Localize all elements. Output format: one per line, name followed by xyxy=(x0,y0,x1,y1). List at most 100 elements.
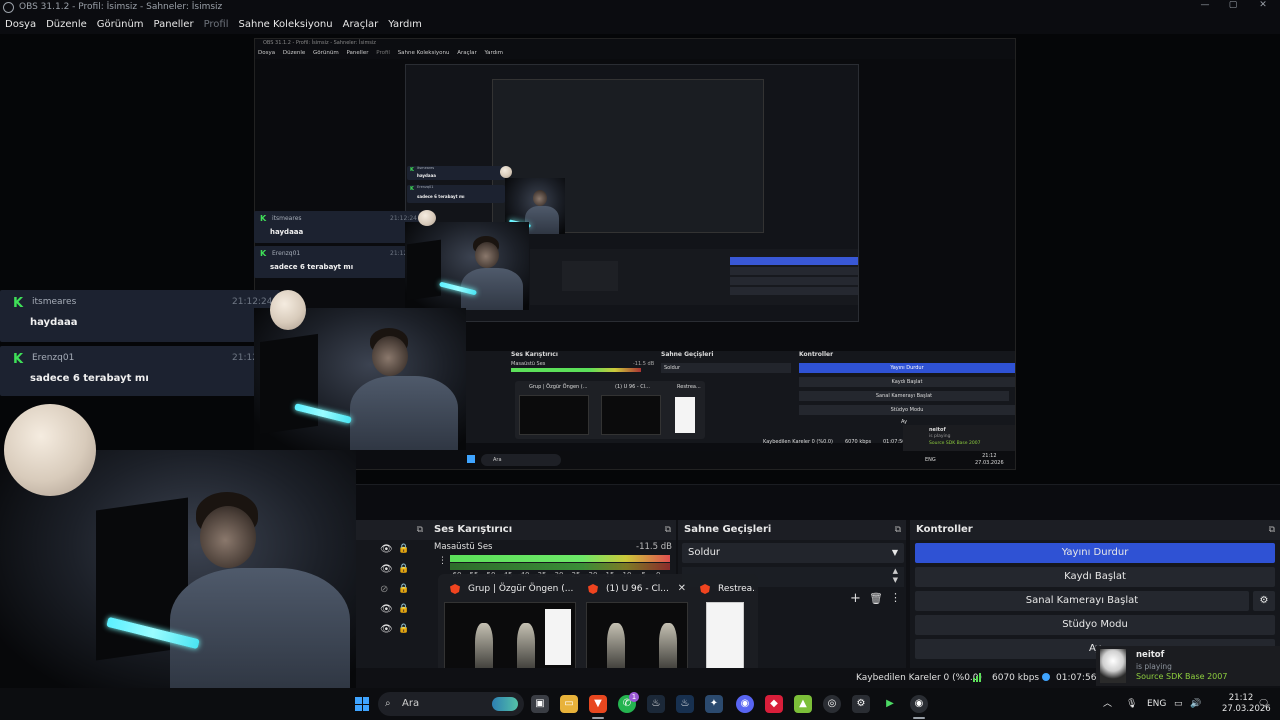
eye-hidden-icon[interactable]: ⊘ xyxy=(380,584,388,595)
studio-mode-button[interactable]: Stüdyo Modu xyxy=(915,615,1275,635)
chat-text: haydaaa xyxy=(270,228,304,236)
avatar xyxy=(1100,649,1126,683)
chat-username: itsmeares xyxy=(272,215,302,222)
sources-popout-icon[interactable]: ⧉ xyxy=(417,520,423,540)
nested2-start-record-button xyxy=(730,267,858,275)
nested2-studio-mode-button xyxy=(730,287,858,295)
chat-username: Erenzq01 xyxy=(417,185,434,189)
thumbnail-window[interactable]: (1) U 96 - Cl... ✕ xyxy=(582,580,690,676)
windows-start-icon[interactable] xyxy=(355,697,369,711)
chat-text: sadece 6 terabayt mı xyxy=(30,373,149,384)
eye-icon[interactable]: 👁 xyxy=(380,624,393,635)
maximize-button[interactable]: ▢ xyxy=(1218,0,1248,14)
start-virtual-camera-button[interactable]: Sanal Kamerayı Başlat xyxy=(915,591,1249,611)
network-app-icon[interactable]: ✦ xyxy=(705,695,723,713)
tray-overflow-icon[interactable]: ︿ xyxy=(1103,688,1112,720)
transition-menu-icon[interactable]: ⋮ xyxy=(890,591,901,604)
lock-icon[interactable]: 🔒 xyxy=(398,624,409,634)
eye-icon[interactable]: 👁 xyxy=(380,544,393,555)
steam-icon[interactable]: ♨ xyxy=(647,695,665,713)
language-indicator[interactable]: ENG xyxy=(1147,688,1166,720)
source-row[interactable]: 👁 🔒 xyxy=(380,604,414,618)
webcam-person-head xyxy=(372,336,408,376)
brave-browser-icon[interactable]: ▼ xyxy=(589,695,607,713)
thumbnail-figure xyxy=(659,623,677,671)
virtual-camera-settings-button[interactable]: ⚙ xyxy=(1253,591,1275,611)
controls-popout-icon[interactable]: ⧉ xyxy=(1269,520,1275,540)
sources-dock: ⧉ 👁 🔒 👁 🔒 ⊘ 🔒 👁 🔒 👁 🔒 xyxy=(356,520,428,688)
remove-transition-icon[interactable]: 🗑 xyxy=(869,592,883,605)
spin-icon[interactable]: ▲ ▼ xyxy=(893,567,898,585)
menu-yardim[interactable]: Yardım xyxy=(388,19,422,30)
obs-taskbar-icon[interactable]: ◉ xyxy=(910,695,928,713)
play-app-icon[interactable]: ▶ xyxy=(881,695,899,713)
taskbar-thumbnail-popup: Grup | Özgür Öngen (... (1) U 96 - Cl...… xyxy=(438,574,758,680)
menu-sahne-koleksiyonu[interactable]: Sahne Koleksiyonu xyxy=(239,19,333,30)
steam-alt-icon[interactable]: ♨ xyxy=(676,695,694,713)
app-gear-icon[interactable]: ⚙ xyxy=(852,695,870,713)
source-row[interactable]: 👁 🔒 xyxy=(380,564,414,578)
thumbnail-window[interactable]: Restrea... xyxy=(694,580,756,676)
friend-name: neitof xyxy=(1136,650,1165,660)
controls-header: Kontroller ⧉ xyxy=(910,520,1280,540)
thumbnail-window[interactable]: Grup | Özgür Öngen (... xyxy=(444,580,576,676)
nested-status-dropped: Kaybedilen Kareler 0 (%0.0) xyxy=(763,439,834,445)
transition-select[interactable]: Soldur ▼ xyxy=(682,543,904,563)
chat-message: K Erenzq01 21:12:48 sadece 6 terabayt mı xyxy=(0,346,280,396)
friend-status: is playing xyxy=(1136,662,1172,671)
obs-menu-bar: Dosya Düzenle Görünüm Paneller Profil Sa… xyxy=(0,14,1280,34)
minimize-button[interactable]: — xyxy=(1190,0,1220,14)
windows-taskbar: ⌕ Ara ▣ ▭ ▼ ✆ 1 ♨ ♨ ✦ ◉ ◆ ▲ ◎ ⚙ ▶ ◉ ︿ 🎙 … xyxy=(0,688,1280,720)
microphone-icon[interactable]: 🎙 xyxy=(1126,688,1137,720)
nested-clock: 21:12 27.03.2026 xyxy=(975,453,1004,467)
chat-text: haydaaa xyxy=(417,173,436,178)
lock-icon[interactable]: 🔒 xyxy=(398,564,409,574)
eye-icon[interactable]: 👁 xyxy=(380,564,393,575)
taskbar-search[interactable]: ⌕ Ara xyxy=(378,692,524,716)
thumbnail-white-panel xyxy=(545,609,571,665)
menu-duzenle[interactable]: Düzenle xyxy=(46,19,87,30)
steam-notification[interactable]: neitof is playing Source SDK Base 2007 xyxy=(1096,646,1280,686)
mixer-popout-icon[interactable]: ⧉ xyxy=(665,520,671,540)
menu-araclar[interactable]: Araçlar xyxy=(343,19,379,30)
taskbar-clock[interactable]: 21:12 27.03.2026 xyxy=(1222,693,1271,715)
start-recording-button[interactable]: Kaydı Başlat xyxy=(915,567,1275,587)
source-row[interactable]: 👁 🔒 xyxy=(380,544,414,558)
task-view-icon[interactable]: ▣ xyxy=(531,695,549,713)
app-circle-icon[interactable]: ◎ xyxy=(823,695,841,713)
source-row[interactable]: 👁 🔒 xyxy=(380,624,414,638)
clock-time: 21:12 xyxy=(1228,693,1254,703)
display-icon[interactable]: ▭ xyxy=(1174,688,1183,720)
discord-icon[interactable]: ◉ xyxy=(736,695,754,713)
stream-time: 01:07:56 xyxy=(1056,673,1097,683)
nested-menu-item: Görünüm xyxy=(312,50,339,56)
close-icon[interactable]: ✕ xyxy=(678,580,686,598)
menu-paneller[interactable]: Paneller xyxy=(154,19,194,30)
menu-dosya[interactable]: Dosya xyxy=(5,19,36,30)
app-green-icon[interactable]: ▲ xyxy=(794,695,812,713)
nested-thumb-image xyxy=(519,395,589,435)
add-transition-icon[interactable]: + xyxy=(850,591,861,606)
eye-icon[interactable]: 👁 xyxy=(380,604,393,615)
source-row[interactable]: ⊘ 🔒 xyxy=(380,584,414,598)
transitions-popout-icon[interactable]: ⧉ xyxy=(895,520,901,540)
lock-icon[interactable]: 🔒 xyxy=(398,544,409,554)
kick-icon: K xyxy=(13,296,24,311)
close-button[interactable]: ✕ xyxy=(1248,0,1278,14)
speaker-icon[interactable]: 🔊 xyxy=(1190,688,1201,720)
thumbnail-figure xyxy=(475,623,493,671)
lock-icon[interactable]: 🔒 xyxy=(398,584,409,594)
webcam-person-body xyxy=(170,568,350,688)
app-red-icon[interactable]: ◆ xyxy=(765,695,783,713)
lock-icon[interactable]: 🔒 xyxy=(398,604,409,614)
mixer-menu-icon[interactable]: ⋮ xyxy=(438,556,447,566)
nested-lang: ENG xyxy=(925,457,936,463)
notification-center-icon[interactable]: 🗨 xyxy=(1258,688,1269,720)
menu-gorunum[interactable]: Görünüm xyxy=(97,19,144,30)
nested-notif-name: neitof xyxy=(929,427,946,433)
file-explorer-icon[interactable]: ▭ xyxy=(560,695,578,713)
chat-username: Erenzq01 xyxy=(32,353,75,363)
stop-streaming-button[interactable]: Yayını Durdur xyxy=(915,543,1275,563)
menu-profil[interactable]: Profil xyxy=(204,19,229,30)
nested-menu-bar: Dosya Düzenle Görünüm Paneller Profil Sa… xyxy=(255,48,1015,58)
